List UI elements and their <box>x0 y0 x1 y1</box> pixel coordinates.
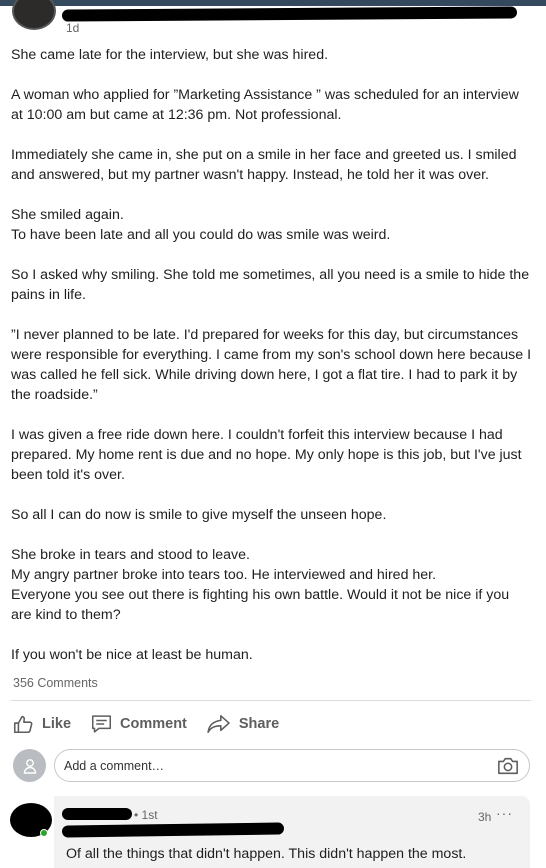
add-comment-input[interactable]: Add a comment… <box>54 749 530 782</box>
divider <box>11 700 531 701</box>
post-paragraph: I was given a free ride down here. I cou… <box>11 427 522 483</box>
author-avatar[interactable] <box>12 0 56 30</box>
post-paragraph: She came late for the interview, but she… <box>11 47 329 63</box>
thumbs-up-icon <box>13 715 33 734</box>
online-status-dot <box>40 829 48 837</box>
post-paragraph: She broke in tears and stood to leave. <box>11 547 250 563</box>
post-paragraph: My angry partner broke into tears too. H… <box>11 567 437 583</box>
post-paragraph: Everyone you see out there is fighting h… <box>11 587 510 623</box>
post-paragraph: A woman who applied for ”Marketing Assis… <box>11 87 519 123</box>
post-paragraph: So all I can do now is smile to give mys… <box>11 507 387 523</box>
comment-icon <box>92 715 112 733</box>
share-arrow-icon <box>207 715 230 733</box>
post-body: She came late for the interview, but she… <box>11 45 533 685</box>
like-label: Like <box>42 716 72 732</box>
comment-text: Of all the things that didn't happen. Th… <box>66 846 467 862</box>
add-comment-placeholder: Add a comment… <box>64 758 165 773</box>
camera-icon[interactable] <box>497 756 519 776</box>
share-button[interactable]: Share <box>207 714 279 734</box>
commenter-name-redaction <box>62 808 132 820</box>
share-label: Share <box>238 716 280 732</box>
person-icon <box>23 758 36 774</box>
more-options-icon[interactable]: ··· <box>496 805 513 821</box>
post-paragraph: To have been late and all you could do w… <box>11 227 391 243</box>
top-bar <box>0 0 546 6</box>
comment-label: Comment <box>120 716 187 732</box>
action-bar: Like Comment Share <box>12 710 299 738</box>
post-paragraph: ”I never planned to be late. I'd prepare… <box>11 327 532 403</box>
post-paragraph: She smiled again. <box>11 207 124 223</box>
like-button[interactable]: Like <box>12 713 71 735</box>
comment-button[interactable]: Comment <box>91 714 187 734</box>
comment-time: 3h <box>478 810 492 824</box>
user-avatar[interactable] <box>13 749 46 782</box>
connection-degree: • 1st <box>134 808 158 822</box>
post-paragraph: Immediately she came in, she put on a sm… <box>11 147 517 183</box>
post-paragraph: If you won't be nice at least be human. <box>11 647 253 663</box>
post-time: 1d <box>66 21 80 35</box>
author-redaction <box>61 6 518 22</box>
post-paragraph: So I asked why smiling. She told me some… <box>11 267 530 303</box>
comments-count-link[interactable]: 356 Comments <box>13 676 98 690</box>
